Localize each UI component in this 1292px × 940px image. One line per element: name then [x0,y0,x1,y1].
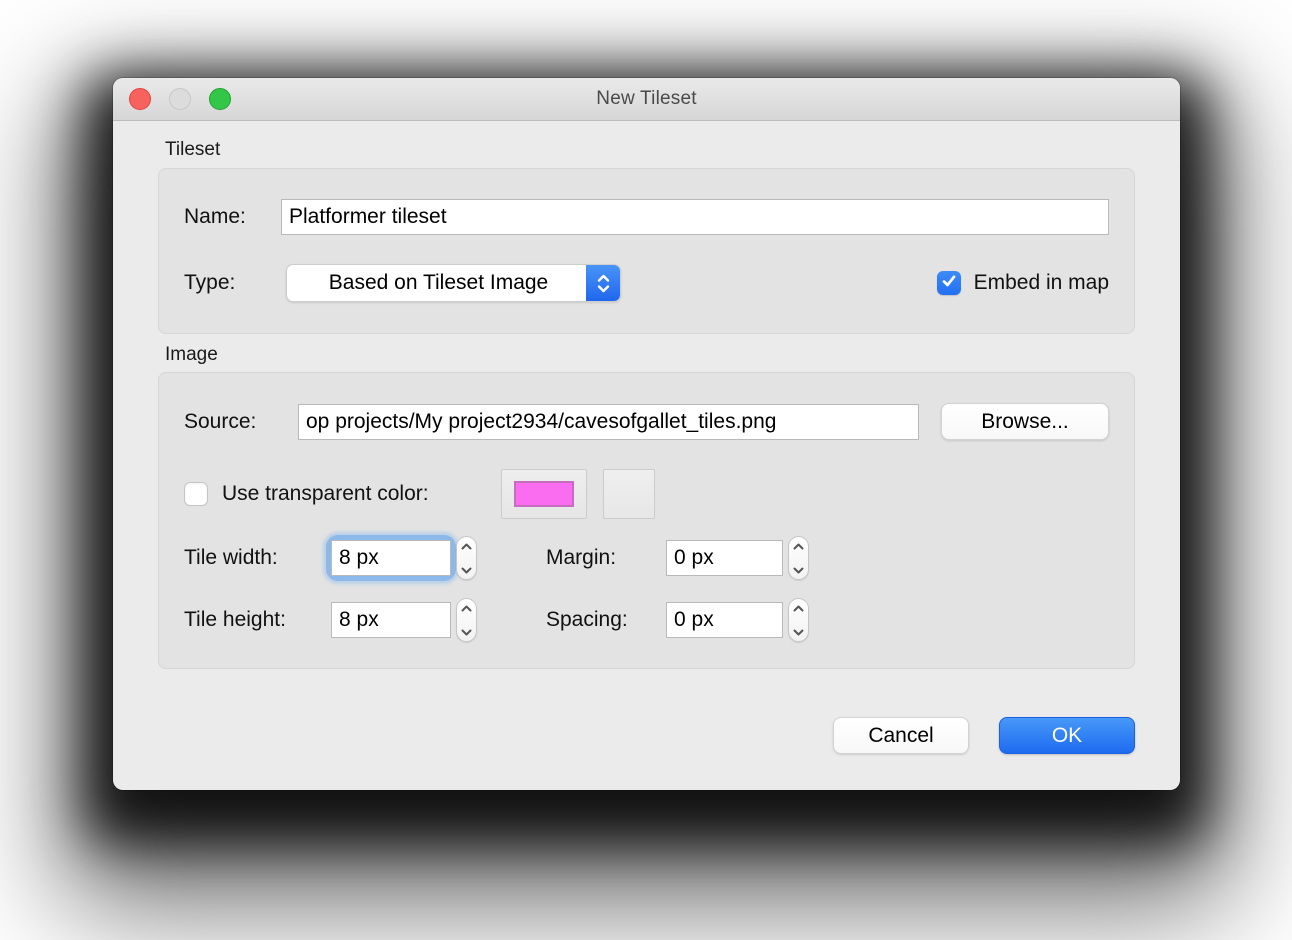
spacing-input[interactable] [666,602,783,638]
browse-button[interactable]: Browse... [941,403,1109,440]
embed-in-map-group: Embed in map [937,271,1109,295]
image-groupbox: Source: Browse... Use transparent color:… [158,372,1135,669]
source-label: Source: [184,410,298,434]
spacing-stepper[interactable] [788,598,809,642]
tileset-section-label: Tileset [165,138,1135,161]
transparent-color-row: Use transparent color: [184,469,1109,519]
stepper-up-icon[interactable] [793,599,804,617]
image-section-label: Image [165,343,1135,366]
margin-stepper[interactable] [788,536,809,580]
tile-width-label: Tile width: [184,546,331,570]
cancel-button[interactable]: Cancel [833,717,969,754]
traffic-lights [129,78,231,120]
name-row: Name: [184,199,1109,235]
new-tileset-dialog: New Tileset Tileset Name: Type: Based on… [113,78,1180,790]
stepper-up-icon[interactable] [461,537,472,555]
tile-height-stepper[interactable] [456,598,477,642]
source-input[interactable] [298,404,919,440]
minimize-button [169,88,191,110]
stepper-down-icon[interactable] [793,561,804,579]
embed-in-map-checkbox[interactable] [937,271,961,295]
name-input[interactable] [281,199,1109,235]
name-label: Name: [184,205,281,229]
type-label: Type: [184,271,281,295]
tile-height-label: Tile height: [184,608,331,632]
embed-in-map-label: Embed in map [974,271,1109,295]
stepper-up-icon[interactable] [793,537,804,555]
tile-width-focus-ring [331,540,451,576]
stepper-up-icon[interactable] [461,599,472,617]
type-row: Type: Based on Tileset Image [184,264,1109,302]
dropdown-arrows-icon [586,265,620,301]
tile-width-margin-row: Tile width: Margin: [184,536,1109,580]
use-transparent-color-checkbox[interactable] [184,482,208,506]
tile-width-stepper[interactable] [456,536,477,580]
type-dropdown-value: Based on Tileset Image [287,271,586,295]
stepper-down-icon[interactable] [461,623,472,641]
source-row: Source: Browse... [184,403,1109,440]
type-dropdown[interactable]: Based on Tileset Image [286,264,621,302]
tile-width-input[interactable] [331,540,451,576]
window-title: New Tileset [596,88,696,110]
tile-height-spacing-row: Tile height: Spacing: [184,598,1109,642]
margin-label: Margin: [546,546,666,570]
margin-input[interactable] [666,540,783,576]
zoom-button[interactable] [209,88,231,110]
color-swatch [514,481,574,507]
stepper-down-icon[interactable] [793,623,804,641]
transparent-color-picker-button[interactable] [501,469,587,519]
use-transparent-color-label: Use transparent color: [222,482,484,506]
titlebar[interactable]: New Tileset [113,78,1180,121]
checkmark-icon [941,274,957,293]
tile-height-input[interactable] [331,602,451,638]
ok-button[interactable]: OK [999,717,1135,754]
dialog-footer: Cancel OK [158,717,1135,754]
stepper-down-icon[interactable] [461,561,472,579]
tileset-groupbox: Name: Type: Based on Tileset Image [158,168,1135,334]
spacing-label: Spacing: [546,608,666,632]
close-button[interactable] [129,88,151,110]
color-eyedropper-button[interactable] [603,469,655,519]
